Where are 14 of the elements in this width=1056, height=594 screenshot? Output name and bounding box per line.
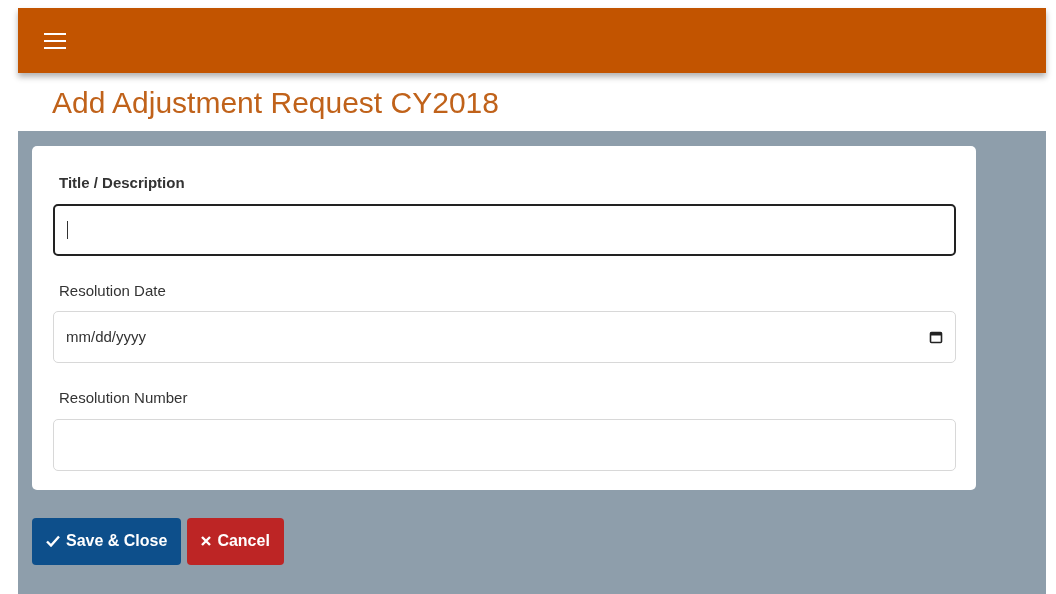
menu-icon[interactable] — [44, 31, 66, 50]
field-label: Resolution Date — [59, 280, 167, 301]
field-label: Resolution Number — [59, 388, 189, 408]
close-icon — [201, 536, 212, 546]
input-field[interactable] — [53, 203, 956, 256]
checkmark-icon — [46, 535, 60, 547]
date-placeholder: mm/dd/yyyy — [66, 326, 147, 347]
save-close-button[interactable]: Save & Close — [32, 517, 182, 565]
cancel-button[interactable]: Cancel — [187, 517, 284, 565]
page-title: Add Adjustment Request CY2018 — [52, 84, 499, 121]
calendar-icon[interactable] — [929, 330, 943, 344]
text-cursor-icon — [67, 220, 68, 239]
date-field[interactable]: mm/dd/yyyy — [53, 311, 956, 363]
field-label: Title / Description — [59, 173, 186, 193]
